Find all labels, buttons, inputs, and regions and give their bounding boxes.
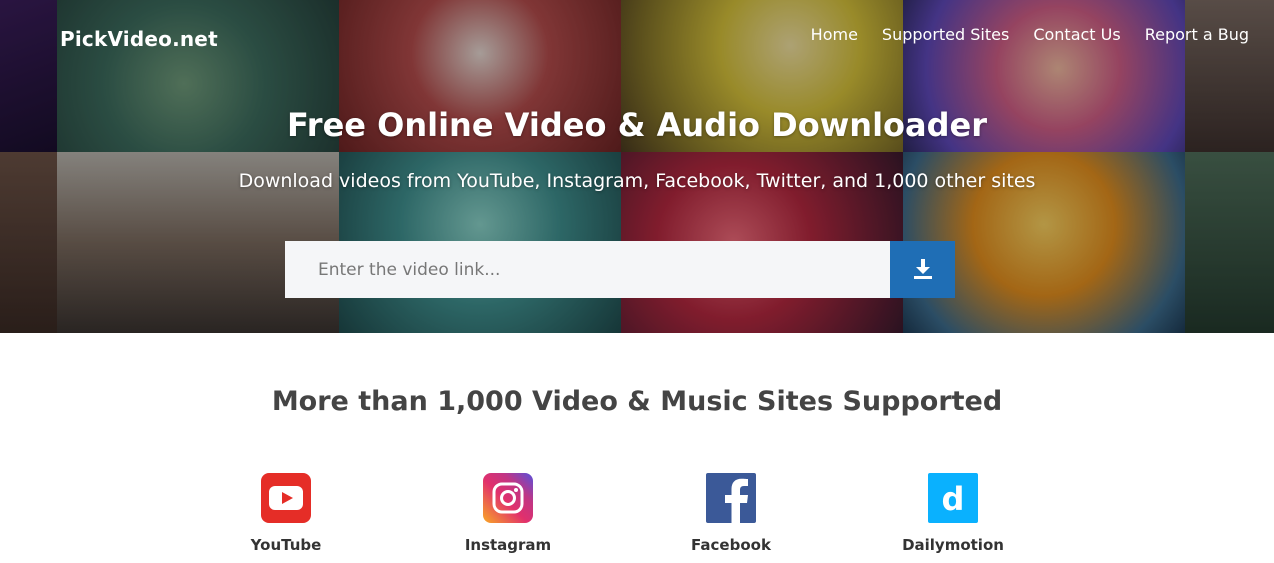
site-name: Dailymotion bbox=[902, 536, 1004, 554]
top-nav: Home Supported Sites Contact Us Report a… bbox=[811, 25, 1249, 44]
supported-sites-list: YouTube Instagram Facebook d Dailymotion bbox=[0, 473, 1274, 563]
nav-home[interactable]: Home bbox=[811, 25, 858, 44]
site-name: Instagram bbox=[464, 536, 552, 554]
search-bar bbox=[285, 241, 955, 298]
download-button[interactable] bbox=[890, 241, 955, 298]
video-link-input[interactable] bbox=[285, 241, 890, 298]
nav-report-bug[interactable]: Report a Bug bbox=[1145, 25, 1249, 44]
hero-subtitle: Download videos from YouTube, Instagram,… bbox=[238, 170, 1036, 192]
nav-supported-sites[interactable]: Supported Sites bbox=[882, 25, 1009, 44]
dailymotion-icon: d bbox=[928, 473, 978, 523]
site-dailymotion[interactable]: d Dailymotion bbox=[873, 473, 1033, 554]
instagram-icon bbox=[483, 473, 533, 523]
hero-title: Free Online Video & Audio Downloader bbox=[286, 106, 987, 144]
site-name: Facebook bbox=[691, 536, 771, 554]
nav-contact-us[interactable]: Contact Us bbox=[1033, 25, 1120, 44]
hero-banner: PickVideo.net Home Supported Sites Conta… bbox=[0, 0, 1274, 333]
site-name: YouTube bbox=[250, 536, 322, 554]
youtube-icon bbox=[261, 473, 311, 523]
site-logo[interactable]: PickVideo.net bbox=[60, 27, 218, 51]
site-facebook[interactable]: Facebook bbox=[651, 473, 811, 554]
facebook-icon bbox=[706, 473, 756, 523]
site-youtube[interactable]: YouTube bbox=[206, 473, 366, 554]
site-instagram[interactable]: Instagram bbox=[428, 473, 588, 554]
download-icon bbox=[912, 257, 934, 282]
svg-text:d: d bbox=[942, 481, 965, 515]
supported-sites-heading: More than 1,000 Video & Music Sites Supp… bbox=[271, 386, 1003, 417]
